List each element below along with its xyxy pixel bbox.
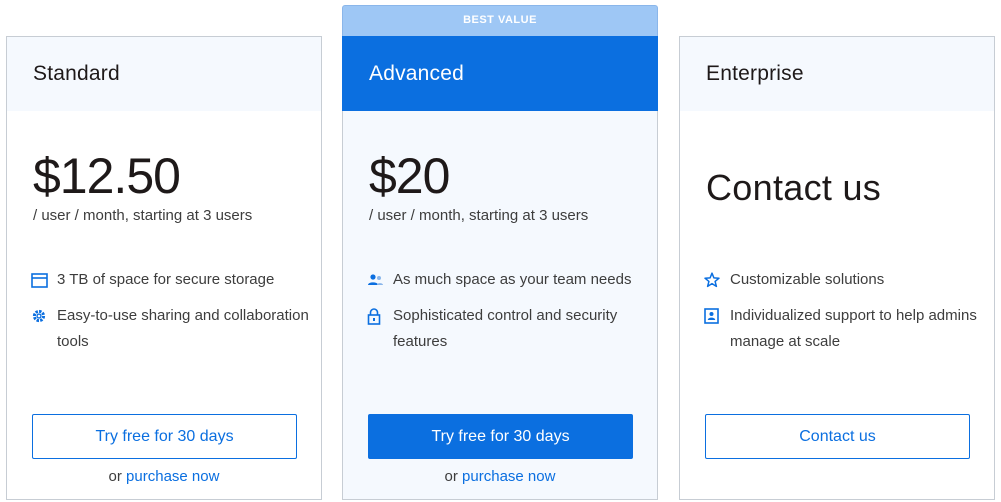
team-icon (367, 267, 393, 293)
purchase-now-link[interactable]: purchase now (126, 468, 219, 485)
feature-item: As much space as your team needs (367, 267, 647, 293)
price-subtext: / user / month, starting at 3 users (33, 207, 253, 224)
support-badge-icon (704, 303, 730, 329)
storage-box-icon (31, 267, 57, 293)
purchase-now-link[interactable]: purchase now (462, 468, 555, 485)
plan-card-advanced: Advanced $20 / user / month, starting at… (342, 36, 658, 500)
try-free-button[interactable]: Try free for 30 days (368, 414, 633, 459)
plan-name: Standard (7, 37, 321, 111)
feature-list: 3 TB of space for secure storage Easy-to… (31, 267, 311, 365)
plan-name: Enterprise (680, 37, 994, 111)
feature-text: 3 TB of space for secure storage (57, 271, 275, 288)
contact-us-button[interactable]: Contact us (705, 414, 970, 459)
feature-text: Individualized support to help admins ma… (730, 307, 977, 350)
feature-item: Sophisticated control and security featu… (367, 303, 647, 355)
best-value-ribbon: BEST VALUE (342, 5, 658, 37)
purchase-line: or purchase now (343, 468, 657, 485)
plan-card-enterprise: Enterprise Contact us Customizable solut… (679, 36, 995, 500)
feature-list: Customizable solutions Individualized su… (704, 267, 984, 365)
feature-list: As much space as your team needs Sophist… (367, 267, 647, 365)
feature-text: Customizable solutions (730, 271, 885, 288)
feature-item: 3 TB of space for secure storage (31, 267, 311, 293)
purchase-prefix: or (444, 468, 458, 485)
lock-icon (367, 303, 393, 329)
feature-item: Individualized support to help admins ma… (704, 303, 984, 355)
feature-item: Easy-to-use sharing and collaboration to… (31, 303, 311, 355)
price-subtext: / user / month, starting at 3 users (369, 207, 589, 224)
feature-text: As much space as your team needs (393, 271, 632, 288)
plan-card-standard: Standard $12.50 / user / month, starting… (6, 36, 322, 500)
plan-price: Contact us (706, 167, 882, 208)
plan-price: $20 (369, 148, 450, 204)
gear-icon (31, 303, 57, 329)
plan-name: Advanced (342, 36, 658, 111)
purchase-line: or purchase now (7, 468, 321, 485)
purchase-prefix: or (108, 468, 122, 485)
plan-price: $12.50 (33, 148, 181, 204)
try-free-button[interactable]: Try free for 30 days (32, 414, 297, 459)
feature-item: Customizable solutions (704, 267, 984, 293)
star-icon (704, 267, 730, 293)
feature-text: Sophisticated control and security featu… (393, 307, 618, 350)
feature-text: Easy-to-use sharing and collaboration to… (57, 307, 309, 350)
